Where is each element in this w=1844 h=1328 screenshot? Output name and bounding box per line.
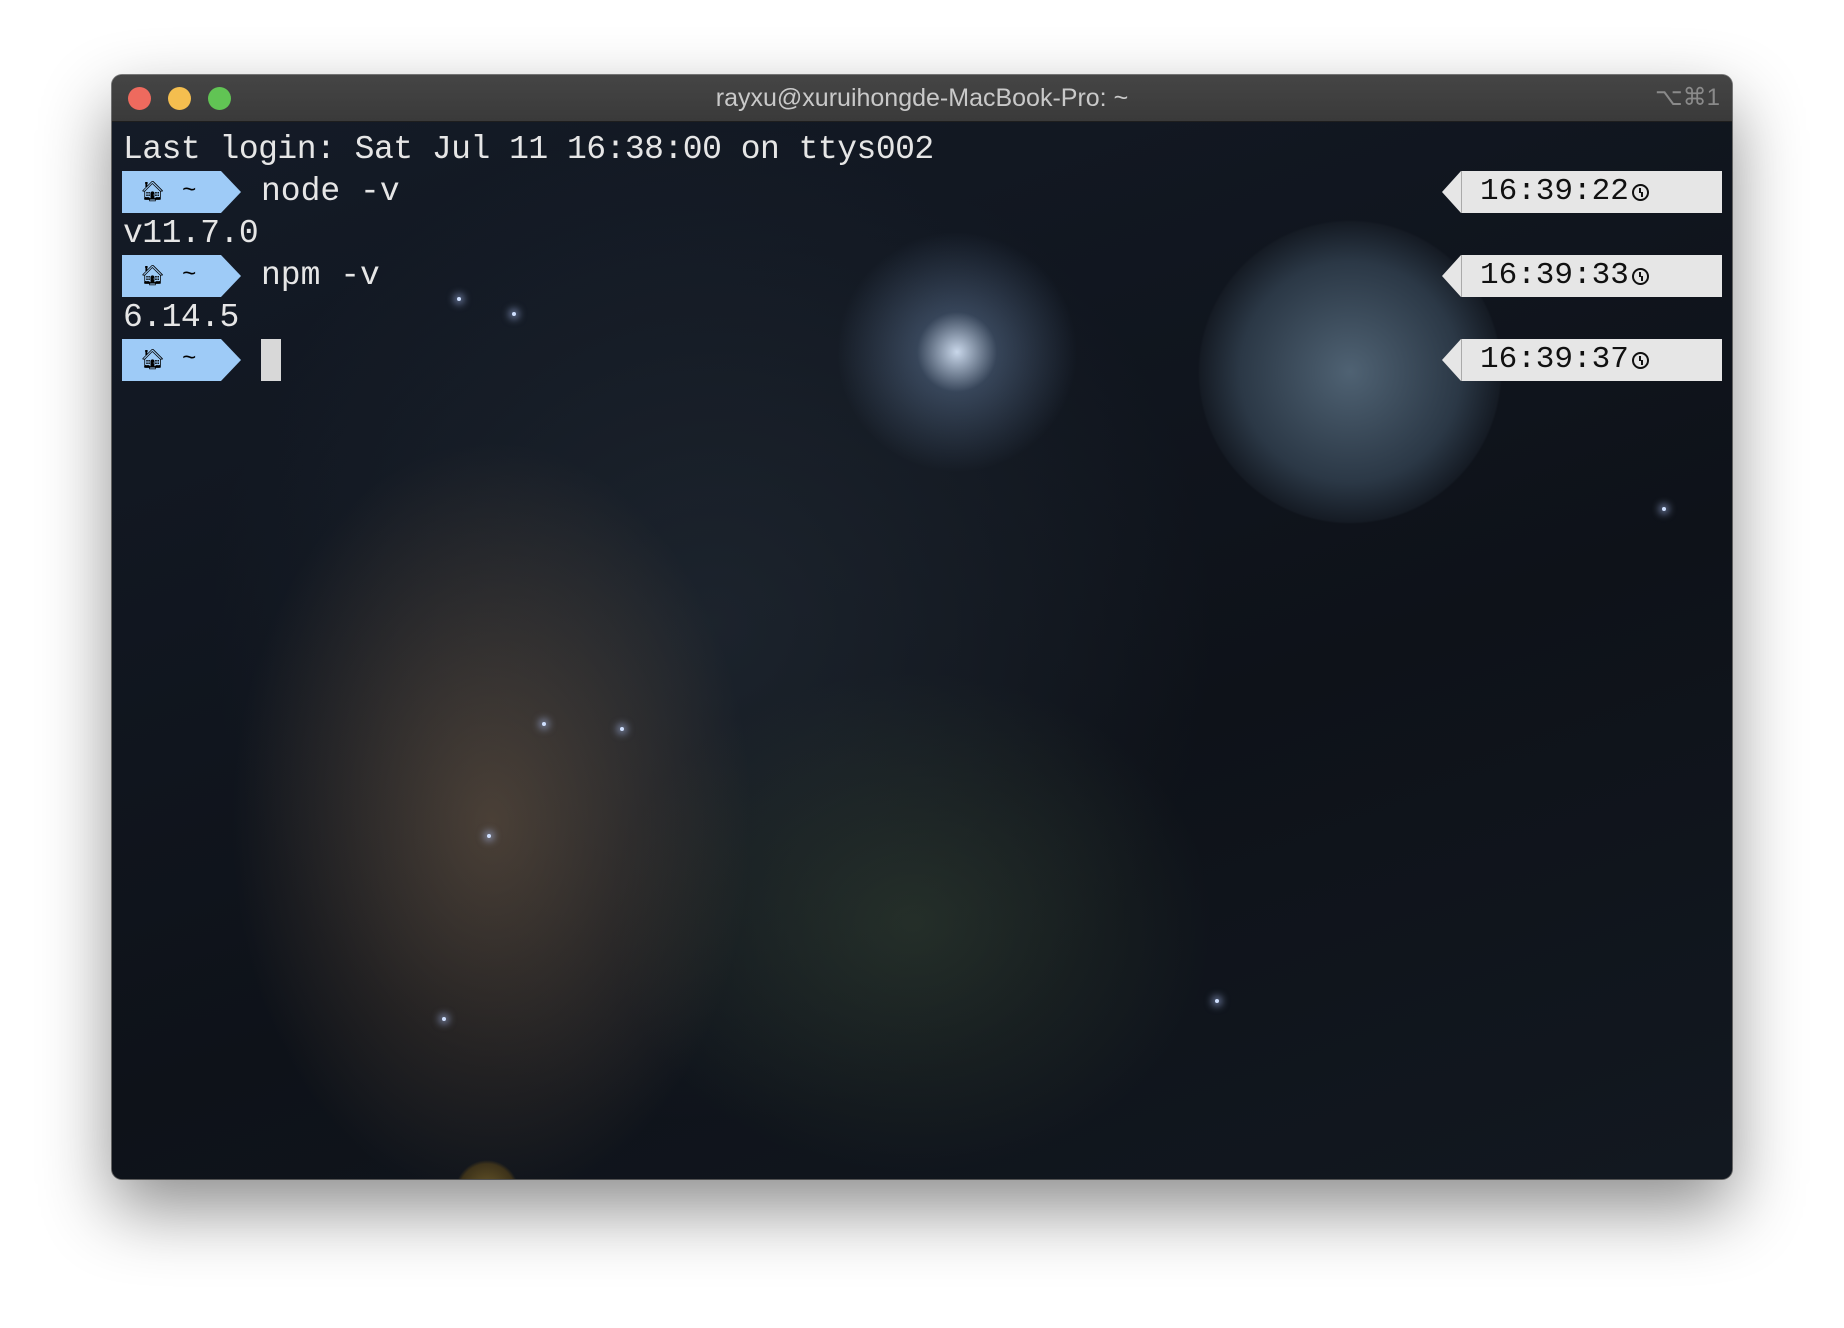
timestamp: 16:39:22 [1480,174,1629,209]
command-text: npm -v [261,257,380,294]
prompt-dir: ~ [182,178,197,205]
star-decoration [442,1017,446,1021]
prompt-dir: ~ [182,262,197,289]
star-decoration [542,722,546,726]
window-title: rayxu@xuruihongde-MacBook-Pro: ~ [715,84,1129,112]
timestamp: 16:39:37 [1480,342,1629,377]
window-shortcut: ⌥⌘1 [1654,84,1720,111]
home-icon: 🏠︎ [140,265,166,287]
timestamp-segment: 16:39:22 [1442,171,1722,213]
timestamp-segment: 16:39:37 [1442,339,1722,381]
text-cursor[interactable] [261,339,281,381]
prompt-segment: 🏠︎ ~ [122,255,241,297]
star-decoration [620,727,624,731]
star-decoration [512,312,516,316]
home-icon: 🏠︎ [140,181,166,203]
command-output: 6.14.5 [123,299,239,336]
prompt-dir: ~ [182,346,197,373]
title-bar: rayxu@xuruihongde-MacBook-Pro: ~ ⌥⌘1 [112,75,1732,122]
star-decoration [1662,507,1666,511]
star-decoration [1215,999,1219,1003]
clock-icon [1632,268,1649,285]
star-decoration [487,834,491,838]
prompt-segment: 🏠︎ ~ [122,171,241,213]
prompt-segment: 🏠︎ ~ [122,339,241,381]
clock-icon [1632,352,1649,369]
home-icon: 🏠︎ [140,349,166,371]
last-login-line: Last login: Sat Jul 11 16:38:00 on ttys0… [123,131,934,168]
star-decoration [457,297,461,301]
timestamp: 16:39:33 [1480,258,1629,293]
command-text: node -v [261,173,400,210]
terminal-content[interactable]: Last login: Sat Jul 11 16:38:00 on ttys0… [112,122,1732,1179]
command-output: v11.7.0 [123,215,259,252]
terminal-window: rayxu@xuruihongde-MacBook-Pro: ~ ⌥⌘1 Las… [112,75,1732,1179]
clock-icon [1632,184,1649,201]
timestamp-segment: 16:39:33 [1442,255,1722,297]
